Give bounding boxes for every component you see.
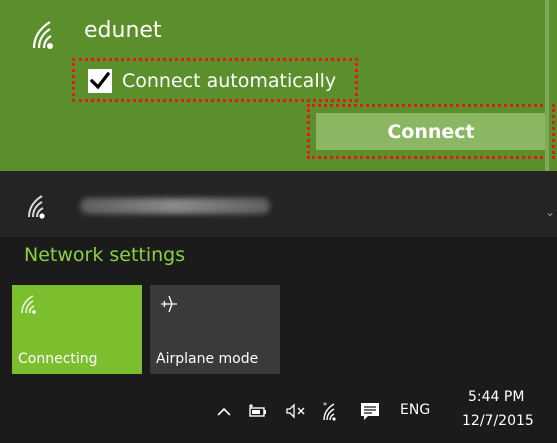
network-name: edunet [84,18,162,43]
connect-button[interactable]: Connect [316,113,546,150]
airplane-mode-tile-label: Airplane mode [156,351,259,367]
airplane-icon [161,295,177,313]
wifi-tile[interactable]: Connecting [12,285,142,374]
network-name-redacted [80,198,270,214]
volume-muted-icon[interactable] [285,401,307,421]
svg-text:*: * [323,401,327,410]
wifi-icon [32,21,53,49]
taskbar: * ENG 5:44 PM 12/7/2015 [0,381,557,443]
wifi-icon [28,195,45,219]
auto-connect-highlight: Connect automatically [72,58,358,102]
connect-highlight: Connect [307,104,555,159]
wifi-tile-label: Connecting [18,351,98,367]
clock-date[interactable]: 12/7/2015 [462,413,534,429]
airplane-mode-tile[interactable]: Airplane mode [150,285,280,374]
auto-connect-checkbox[interactable] [88,69,112,93]
wifi-icon[interactable]: * [321,401,343,421]
network-list-item[interactable]: ⌄ [0,171,557,237]
chevron-down-icon[interactable]: ⌄ [545,205,555,219]
network-settings-link[interactable]: Network settings [24,243,185,267]
battery-icon[interactable] [247,401,269,421]
checkmark-icon [89,71,111,90]
clock-time[interactable]: 5:44 PM [468,389,524,405]
network-flyout: edunet Connect automatically Connect ⌄ N… [0,0,557,443]
auto-connect-label[interactable]: Connect automatically [122,68,336,94]
language-indicator[interactable]: ENG [400,402,430,418]
scrollbar-thumb[interactable] [545,0,549,171]
wifi-icon [21,295,36,314]
chevron-up-icon[interactable] [216,401,232,421]
action-center-icon[interactable] [359,401,381,421]
selected-network-panel[interactable]: edunet Connect automatically Connect [0,0,557,171]
